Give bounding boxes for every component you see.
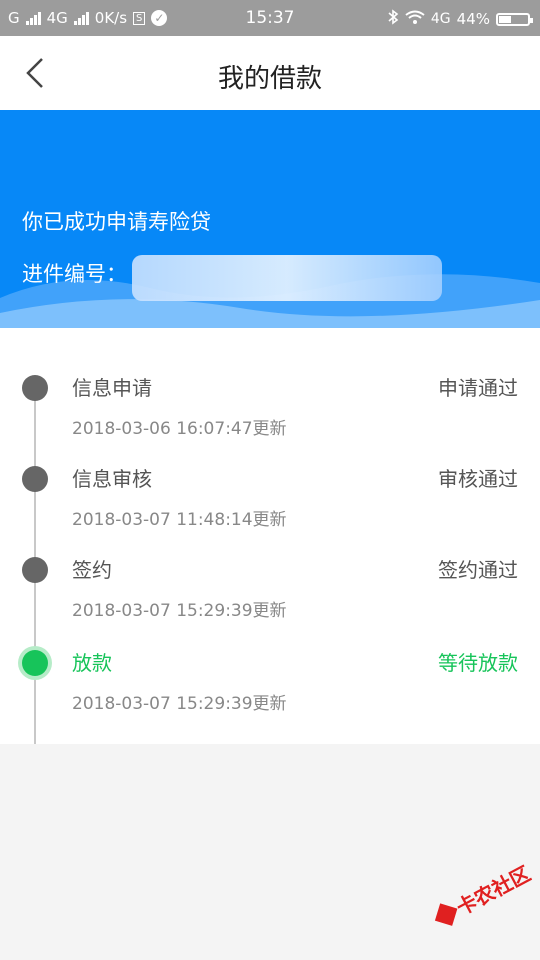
- banner-message: 你已成功申请寿险贷: [22, 210, 211, 234]
- step-time: 2018-03-07 15:29:39更新: [72, 694, 287, 714]
- step-dot: [22, 466, 48, 492]
- step-name: 信息审核: [72, 467, 152, 491]
- page-title: 我的借款: [217, 64, 322, 94]
- step-name: 放款: [72, 651, 112, 675]
- step-time: 2018-03-07 15:29:39更新: [72, 601, 287, 621]
- wifi-icon: [405, 10, 425, 29]
- application-number-redacted: [132, 255, 442, 301]
- step-status: 签约通过: [438, 558, 518, 582]
- step-status: 申请通过: [438, 376, 518, 400]
- step-dot: [22, 375, 48, 401]
- step-time: 2018-03-07 11:48:14更新: [72, 510, 287, 530]
- battery-icon: [496, 12, 533, 26]
- battery-level: [499, 15, 512, 23]
- watermark: 卡农社区: [431, 858, 535, 931]
- timeline-step-sign: 签约 签约通过 2018-03-07 15:29:39更新: [0, 557, 540, 637]
- timeline-step-apply: 信息申请 申请通过 2018-03-06 16:07:47更新: [0, 375, 540, 455]
- step-status: 审核通过: [438, 467, 518, 491]
- loan-banner: 你已成功申请寿险贷 进件编号：: [0, 110, 540, 328]
- battery-percent: 44%: [456, 10, 490, 28]
- watermark-logo-icon: [434, 902, 458, 926]
- step-name: 签约: [72, 558, 112, 582]
- network-right-label: 4G: [430, 11, 451, 27]
- step-name: 信息申请: [72, 376, 152, 400]
- progress-timeline: 信息申请 申请通过 2018-03-06 16:07:47更新 信息审核 审核通…: [0, 328, 540, 744]
- step-time: 2018-03-06 16:07:47更新: [72, 419, 287, 439]
- timeline-step-disburse: 放款 等待放款 2018-03-07 15:29:39更新: [0, 650, 540, 730]
- watermark-text: 卡农社区: [452, 861, 535, 921]
- step-dot-active: [22, 650, 48, 676]
- status-right: 4G 44%: [387, 9, 533, 29]
- status-bar: G 4G 0K/s S ✓ 15:37 4G 44%: [0, 0, 540, 36]
- nav-bar: 我的借款: [0, 36, 540, 110]
- step-status: 等待放款: [438, 651, 518, 675]
- bluetooth-icon: [387, 9, 399, 29]
- timeline-step-review: 信息审核 审核通过 2018-03-07 11:48:14更新: [0, 466, 540, 546]
- step-dot: [22, 557, 48, 583]
- application-number-label: 进件编号：: [22, 262, 127, 286]
